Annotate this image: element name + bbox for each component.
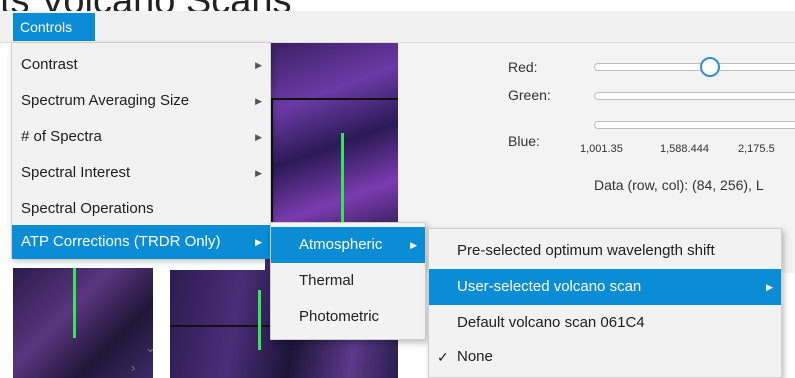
menu-item-photometric[interactable]: Photometric bbox=[271, 299, 425, 335]
menu-item-label: Spectrum Averaging Size bbox=[21, 92, 190, 109]
menu-item-user-selected-volcano-scan[interactable]: User-selected volcano scan ▶ bbox=[429, 269, 781, 305]
check-icon: ✓ bbox=[437, 349, 449, 365]
menu-item-spectrum-averaging-size[interactable]: Spectrum Averaging Size ▶ bbox=[12, 83, 270, 119]
blue-tick-label: 1,001.35 bbox=[580, 143, 623, 155]
menu-item-label: Pre-selected optimum wavelength shift bbox=[457, 242, 715, 259]
menu-item-label: Default volcano scan 061C4 bbox=[457, 314, 645, 331]
chevron-right-icon[interactable]: › bbox=[131, 360, 135, 375]
selection-box bbox=[170, 270, 272, 327]
menu-item-thermal[interactable]: Thermal bbox=[271, 263, 425, 299]
menu-item-label: Spectral Interest bbox=[21, 164, 131, 181]
red-slider-thumb[interactable] bbox=[699, 57, 720, 77]
right-triangle-icon: ▶ bbox=[255, 168, 262, 178]
atp-corrections-submenu: Atmospheric ▶ Thermal Photometric bbox=[270, 222, 426, 340]
menu-item-none[interactable]: ✓ None bbox=[429, 339, 781, 375]
menu-item-default-volcano-scan[interactable]: Default volcano scan 061C4 bbox=[429, 305, 781, 341]
menu-item-num-spectra[interactable]: # of Spectra ▶ bbox=[12, 119, 270, 155]
menu-item-label: Atmospheric bbox=[299, 236, 383, 253]
marker-line bbox=[341, 133, 344, 223]
right-triangle-icon: ▶ bbox=[255, 237, 262, 247]
controls-menu-button[interactable]: Controls bbox=[13, 13, 95, 41]
blue-slider-track[interactable] bbox=[594, 121, 795, 129]
menu-item-label: User-selected volcano scan bbox=[457, 278, 642, 295]
menu-item-label: Contrast bbox=[21, 56, 78, 73]
menu-item-preselected-optimum[interactable]: Pre-selected optimum wavelength shift bbox=[429, 233, 781, 269]
chevron-down-icon[interactable]: ⌄ bbox=[145, 340, 153, 356]
menu-item-label: Spectral Operations bbox=[21, 200, 154, 217]
menu-item-spectral-interest[interactable]: Spectral Interest ▶ bbox=[12, 155, 270, 191]
marker-line bbox=[258, 290, 261, 350]
data-readout: Data (row, col): (84, 256), L bbox=[594, 177, 764, 193]
right-triangle-icon: ▶ bbox=[255, 60, 262, 70]
menu-item-label: None bbox=[457, 348, 493, 365]
right-triangle-icon: ▶ bbox=[255, 96, 262, 106]
controls-dropdown: Contrast ▶ Spectrum Averaging Size ▶ # o… bbox=[11, 42, 271, 259]
menu-item-atp-corrections[interactable]: ATP Corrections (TRDR Only) ▶ bbox=[12, 225, 270, 259]
red-label: Red: bbox=[508, 59, 538, 75]
blue-label: Blue: bbox=[508, 133, 540, 149]
menu-item-label: # of Spectra bbox=[21, 128, 102, 145]
spectral-image-thumbnail[interactable]: ⌄ › bbox=[13, 268, 153, 378]
right-triangle-icon: ▶ bbox=[410, 240, 417, 250]
right-triangle-icon: ▶ bbox=[255, 132, 262, 142]
right-triangle-icon: ▶ bbox=[766, 282, 773, 292]
menu-item-spectral-operations[interactable]: Spectral Operations bbox=[12, 191, 270, 227]
menu-item-label: Thermal bbox=[299, 272, 355, 289]
menu-item-atmospheric[interactable]: Atmospheric ▶ bbox=[271, 227, 425, 263]
atmospheric-submenu: Pre-selected optimum wavelength shift Us… bbox=[428, 228, 782, 378]
blue-tick-label: 2,175.5 bbox=[738, 143, 775, 155]
blue-tick-label: 1,588.444 bbox=[660, 143, 709, 155]
menu-item-label: Photometric bbox=[299, 308, 380, 325]
menu-item-contrast[interactable]: Contrast ▶ bbox=[12, 47, 270, 83]
menu-item-label: ATP Corrections (TRDR Only) bbox=[21, 233, 221, 250]
red-slider-track[interactable] bbox=[594, 63, 795, 71]
marker-line bbox=[73, 268, 76, 338]
menu-bar bbox=[0, 11, 795, 43]
green-label: Green: bbox=[508, 87, 551, 103]
green-slider-track[interactable] bbox=[594, 92, 795, 100]
